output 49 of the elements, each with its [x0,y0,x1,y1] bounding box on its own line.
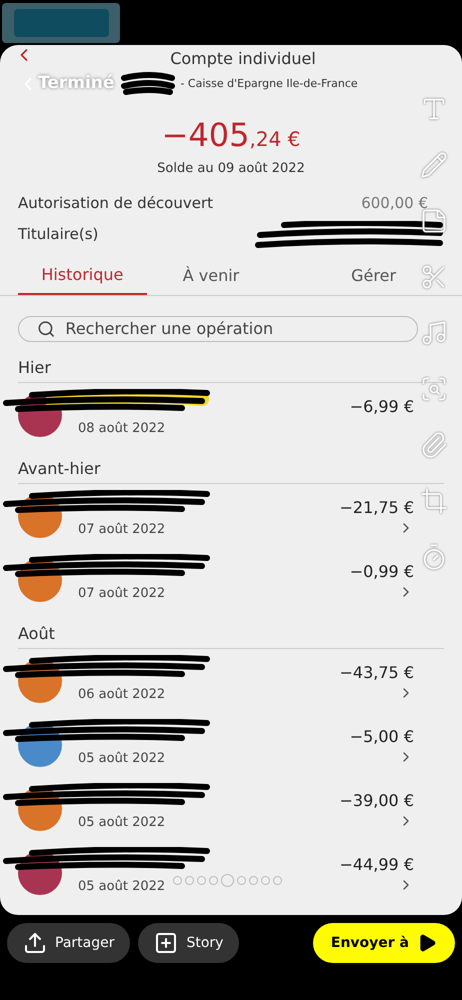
transaction-row[interactable]: 07 août 2022 −0,99 € [0,548,462,612]
transaction-amount: −6,99 € [350,396,414,418]
transaction-date: 07 août 2022 [78,585,166,604]
pencil-icon[interactable] [420,151,448,179]
transaction-row[interactable]: 05 août 2022 −5,00 € [0,713,462,777]
crop-icon[interactable] [420,487,448,515]
search-input[interactable]: Rechercher une opération [65,316,399,341]
transaction-date: 07 août 2022 [78,521,166,540]
tab[interactable]: Gérer [275,262,404,294]
account-title: Compte individuel [170,48,316,70]
lens-icon[interactable] [420,375,448,403]
transaction-date: 06 août 2022 [78,686,166,704]
transaction-date: 05 août 2022 [78,878,166,896]
balance-date: Solde au 09 août 2022 [157,160,305,178]
transaction-date: 05 août 2022 [78,814,166,832]
transaction-row[interactable]: 07 août 2022 −21,75 € [0,484,462,548]
share-button[interactable]: Partager [7,923,130,963]
transaction-amount: −0,99 € [350,561,414,583]
transaction-row[interactable]: 08 août 2022 −6,99 € [0,383,462,447]
music-icon[interactable] [420,319,448,347]
section-title: Hier [18,356,444,383]
section-title: Août [18,622,444,649]
transaction-amount: −39,00 € [340,790,414,812]
share-icon [23,931,47,955]
transaction-row[interactable]: 06 août 2022 −43,75 € [0,649,462,713]
detail-value: 600,00 € [361,193,428,214]
send-button[interactable]: Envoyer à [312,923,455,963]
transaction-amount: −44,99 € [340,854,414,876]
transaction-row[interactable]: 05 août 2022 −44,99 € [0,841,462,905]
transaction-date: 05 août 2022 [78,750,166,768]
transaction-amount: −5,00 € [350,726,414,748]
bank-name: - Caisse d'Epargne Ile-de-France [180,76,358,92]
transaction-row[interactable]: 05 août 2022 −39,00 € [0,777,462,841]
paperclip-icon[interactable] [420,431,448,459]
transaction-amount: −43,75 € [340,662,414,684]
transaction-amount: −21,75 € [340,497,414,519]
story-button[interactable]: Story [138,923,240,963]
detail-label: Titulaire(s) [18,224,98,246]
search-icon [37,318,56,339]
tab[interactable]: À venir [146,262,276,294]
detail-label: Autorisation de découvert [18,193,214,214]
scribble [120,72,176,96]
done-button[interactable]: Terminé [18,71,114,96]
story-icon [154,931,178,955]
tab[interactable]: Historique [18,262,147,294]
search-field[interactable]: Rechercher une opération [18,316,418,342]
balance-amount: −405,24 € [162,114,300,156]
transaction-date: 08 août 2022 [78,420,166,438]
section-title: Avant-hier [18,457,444,484]
